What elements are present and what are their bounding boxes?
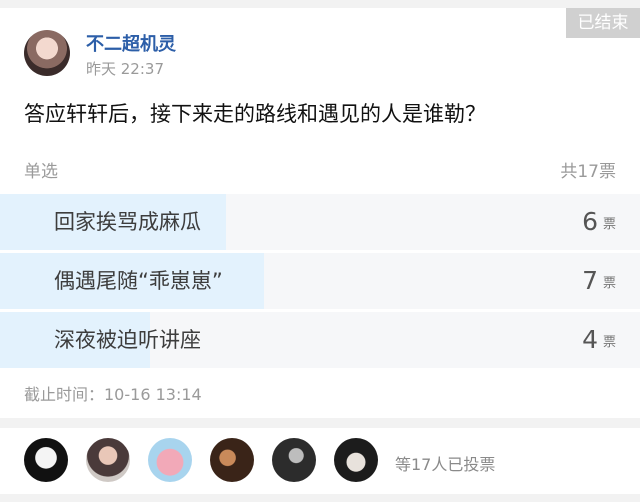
voter-avatar[interactable]: [272, 438, 316, 482]
voter-avatar[interactable]: [210, 438, 254, 482]
poll-type-label: 单选: [24, 162, 58, 182]
voter-avatar[interactable]: [334, 438, 378, 482]
option-vote-unit: 票: [602, 217, 616, 232]
voter-avatar[interactable]: [86, 438, 130, 482]
status-badge: 已结束: [566, 8, 640, 38]
poll-option[interactable]: 深夜被迫听讲座 4 票: [0, 312, 640, 368]
post-time: 昨天 22:37: [86, 60, 164, 78]
bottom-strip: [0, 494, 640, 502]
section-divider: [0, 418, 640, 428]
option-vote-unit: 票: [602, 276, 616, 291]
voter-avatar[interactable]: [24, 438, 68, 482]
poll-total-votes: 共17票: [560, 162, 616, 182]
option-vote-count: 7: [582, 266, 598, 295]
poll-deadline: 截止时间：10-16 13:14: [24, 385, 202, 404]
author-name[interactable]: 不二超机灵: [86, 30, 176, 56]
option-vote-unit: 票: [602, 335, 616, 350]
voters-count-text[interactable]: 等17人已投票: [395, 451, 495, 475]
poll-option[interactable]: 回家挨骂成麻瓜 6 票: [0, 194, 640, 250]
option-vote-count: 4: [582, 325, 598, 354]
author-avatar[interactable]: [24, 30, 70, 76]
option-label: 回家挨骂成麻瓜: [54, 210, 201, 234]
voter-avatar[interactable]: [148, 438, 192, 482]
poll-option[interactable]: 偶遇尾随“乖崽崽” 7 票: [0, 253, 640, 309]
top-strip: [0, 0, 640, 8]
option-label: 偶遇尾随“乖崽崽”: [54, 269, 223, 293]
poll-question: 答应轩轩后，接下来走的路线和遇见的人是谁勒？: [24, 102, 486, 126]
option-vote-count: 6: [582, 207, 598, 236]
option-label: 深夜被迫听讲座: [54, 328, 201, 352]
